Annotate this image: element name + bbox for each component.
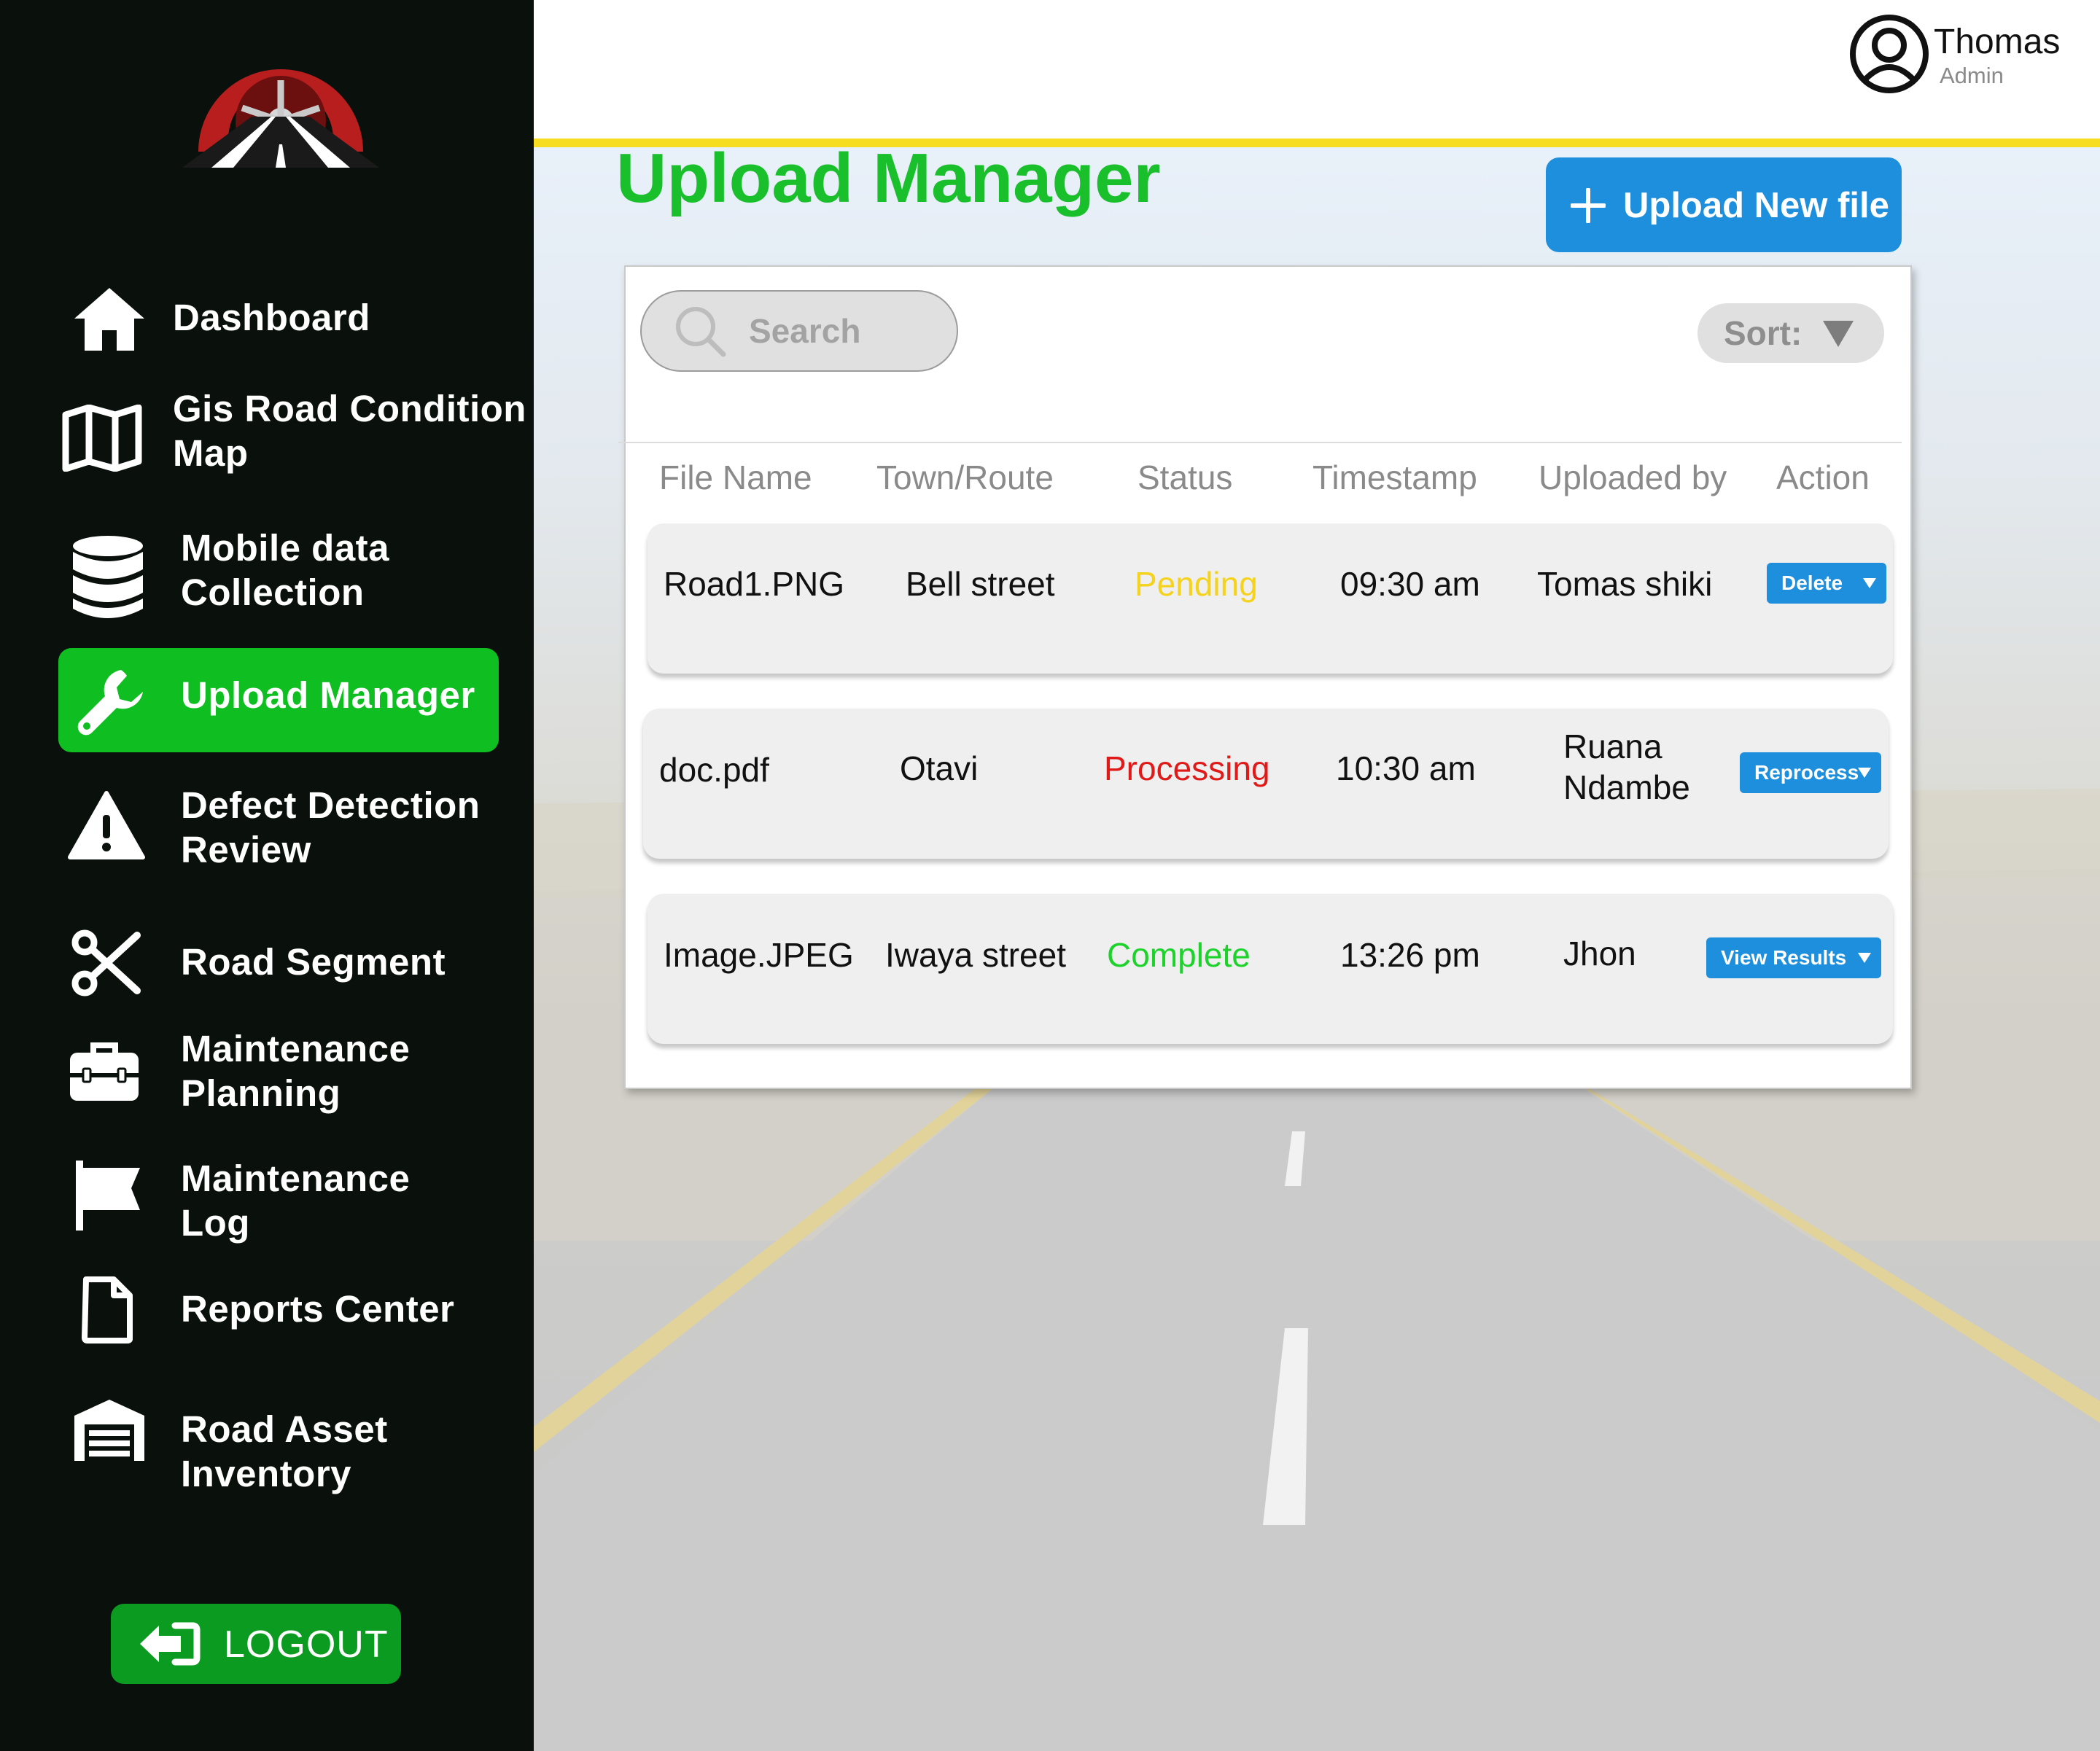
town-route-cell: Iwaya street — [885, 936, 1066, 974]
plus-icon — [1571, 188, 1606, 223]
sidebar-item-road-asset-inventory[interactable]: Road Asset Inventory — [0, 1398, 534, 1500]
status-cell: Pending — [1135, 565, 1258, 603]
logout-label: LOGOUT — [224, 1623, 389, 1666]
uploaded-by-cell: Jhon — [1563, 935, 1636, 972]
file-name-cell: Road1.PNG — [664, 565, 845, 603]
table-row[interactable]: doc.pdf Otavi Processing 10:30 am Ruana … — [643, 709, 1889, 859]
wrench-icon — [77, 670, 143, 736]
table-divider — [618, 442, 1902, 443]
chevron-down-icon — [1823, 321, 1854, 347]
sidebar-item-label: Dashboard — [173, 297, 370, 338]
timestamp-cell: 09:30 am — [1340, 565, 1480, 603]
scissors-icon — [71, 929, 141, 997]
user-name[interactable]: Thomas — [1934, 22, 2060, 62]
sidebar-item-mobile-data-collection[interactable]: Mobile data Collection — [0, 521, 534, 631]
logout-button[interactable]: LOGOUT — [111, 1604, 401, 1684]
column-header-timestamp[interactable]: Timestamp — [1312, 458, 1477, 497]
column-header-town-route[interactable]: Town/Route — [876, 458, 1054, 497]
sidebar-item-label: Maintenance Planning — [181, 1028, 411, 1114]
timestamp-cell: 10:30 am — [1336, 749, 1476, 787]
sidebar-item-label: Reports Center — [181, 1288, 455, 1330]
sidebar-item-label: Maintenance Log — [181, 1158, 411, 1244]
logout-icon — [140, 1622, 201, 1666]
column-header-action[interactable]: Action — [1776, 458, 1870, 497]
delete-button[interactable]: Delete — [1767, 563, 1886, 604]
table-row[interactable]: Image.JPEG Iwaya street Complete 13:26 p… — [648, 894, 1893, 1044]
search-box[interactable] — [640, 290, 958, 372]
upload-new-file-label: Upload New file — [1623, 186, 1889, 225]
column-header-uploaded-by[interactable]: Uploaded by — [1539, 458, 1727, 497]
status-cell: Complete — [1107, 936, 1251, 974]
user-avatar-icon[interactable] — [1848, 13, 1930, 95]
town-route-cell: Bell street — [906, 565, 1055, 603]
flag-icon — [76, 1161, 140, 1231]
home-icon — [74, 288, 144, 351]
sidebar-item-maintenance-planning[interactable]: Maintenance Planning — [0, 1022, 534, 1124]
town-route-cell: Otavi — [900, 749, 979, 787]
sidebar-item-reports-center[interactable]: Reports Center — [0, 1272, 534, 1352]
sidebar-item-label: Upload Manager — [181, 674, 475, 716]
map-icon — [62, 405, 142, 472]
sidebar-item-label: Gis Road Condition Map — [173, 388, 526, 474]
sidebar-item-label: Road Segment — [181, 941, 446, 983]
sort-label: Sort: — [1724, 314, 1802, 352]
table-row[interactable]: Road1.PNG Bell street Pending 09:30 am T… — [648, 523, 1893, 674]
chevron-down-icon — [1858, 768, 1871, 778]
warehouse-icon — [74, 1400, 144, 1461]
sidebar-item-label: Road Asset Inventory — [181, 1408, 388, 1494]
action-label: Delete — [1781, 572, 1843, 594]
warning-icon — [68, 791, 145, 859]
file-name-cell: Image.JPEG — [664, 936, 854, 974]
upload-table-panel: Sort: File Name Town/Route Status Timest… — [618, 265, 1912, 1089]
toolbox-icon — [70, 1042, 139, 1101]
search-icon — [676, 307, 726, 357]
chevron-down-icon — [1858, 953, 1871, 963]
column-header-file-name[interactable]: File Name — [659, 458, 812, 497]
sidebar-item-road-segment[interactable]: Road Segment — [0, 922, 534, 1002]
sidebar-item-maintenance-log[interactable]: Maintenance Log — [0, 1152, 534, 1254]
user-role: Admin — [1940, 63, 2004, 88]
view-results-button[interactable]: View Results — [1706, 937, 1881, 978]
uploaded-by-cell: Tomas shiki — [1537, 565, 1713, 603]
sort-dropdown[interactable]: Sort: — [1698, 303, 1884, 363]
file-name-cell: doc.pdf — [659, 751, 769, 789]
reprocess-button[interactable]: Reprocess — [1740, 752, 1881, 793]
sidebar-item-defect-detection-review[interactable]: Defect Detection Review — [0, 780, 534, 882]
action-label: View Results — [1721, 946, 1847, 969]
page-title: Upload Manager — [616, 139, 1161, 217]
sidebar-item-upload-manager[interactable]: Upload Manager — [0, 648, 534, 752]
sidebar-item-label: Defect Detection Review — [181, 784, 481, 870]
upload-new-file-button[interactable]: Upload New file — [1546, 157, 1902, 252]
sidebar-item-gis-road-condition-map[interactable]: Gis Road Condition Map — [0, 379, 534, 481]
sidebar-item-dashboard[interactable]: Dashboard — [0, 281, 534, 361]
search-input[interactable] — [747, 309, 940, 353]
column-header-status[interactable]: Status — [1138, 458, 1232, 497]
database-icon — [73, 536, 143, 618]
sidebar: Dashboard Gis Road Condition Map Mobile … — [0, 0, 534, 1751]
sidebar-item-label: Mobile data Collection — [181, 527, 390, 613]
status-cell: Processing — [1104, 749, 1270, 787]
document-icon — [82, 1276, 133, 1344]
app-logo — [182, 69, 379, 168]
timestamp-cell: 13:26 pm — [1340, 936, 1480, 974]
chevron-down-icon — [1863, 578, 1876, 588]
action-label: Reprocess — [1754, 761, 1859, 784]
uploaded-by-cell: Ruana Ndambe — [1563, 728, 1690, 806]
